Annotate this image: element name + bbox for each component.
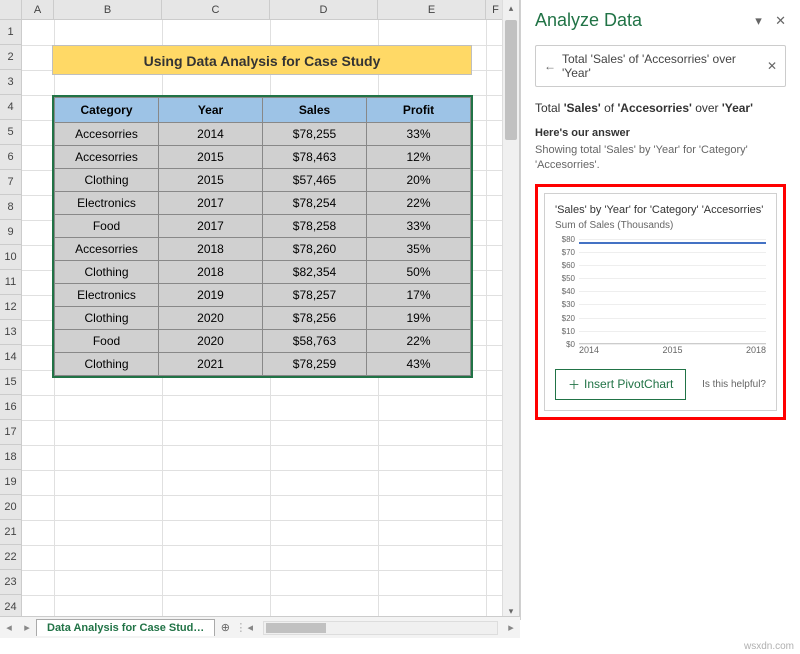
table-header[interactable]: Profit	[367, 98, 471, 123]
close-icon[interactable]: ✕	[775, 13, 786, 28]
vertical-scrollbar[interactable]: ▴ ▾	[502, 0, 519, 620]
insert-pivotchart-button[interactable]: ＋Insert PivotChart	[555, 369, 686, 400]
card-subtitle: Sum of Sales (Thousands)	[555, 220, 766, 231]
chart: $80$70$60$50$40$30$20$10$0 201420152018	[555, 239, 766, 359]
row-header-21[interactable]: 21	[0, 520, 22, 545]
table-row[interactable]: Clothing2015$57,46520%	[55, 169, 471, 192]
row-header-22[interactable]: 22	[0, 545, 22, 570]
highlight-box: 'Sales' by 'Year' for 'Category' 'Acceso…	[535, 184, 786, 420]
pane-title: Analyze Data	[535, 10, 642, 31]
row-headers: 123456789101112131415161718192021222324	[0, 20, 22, 620]
row-header-1[interactable]: 1	[0, 20, 22, 45]
answer-label: Total 'Sales' of 'Accesorries' over 'Yea…	[535, 101, 786, 115]
row-header-18[interactable]: 18	[0, 445, 22, 470]
col-header-D[interactable]: D	[270, 0, 378, 19]
table-header[interactable]: Year	[159, 98, 263, 123]
row-header-11[interactable]: 11	[0, 270, 22, 295]
table-row[interactable]: Accesorries2015$78,46312%	[55, 146, 471, 169]
col-header-E[interactable]: E	[378, 0, 486, 19]
data-table[interactable]: CategoryYearSalesProfitAccesorries2014$7…	[52, 95, 473, 378]
scroll-up-icon[interactable]: ▴	[503, 0, 519, 17]
row-header-14[interactable]: 14	[0, 345, 22, 370]
col-header-B[interactable]: B	[54, 0, 162, 19]
col-header-C[interactable]: C	[162, 0, 270, 19]
column-headers: A B C D E F	[0, 0, 519, 20]
row-header-17[interactable]: 17	[0, 420, 22, 445]
table-row[interactable]: Accesorries2014$78,25533%	[55, 123, 471, 146]
row-header-3[interactable]: 3	[0, 70, 22, 95]
query-text: Total 'Sales' of 'Accesorries' over 'Yea…	[562, 52, 761, 80]
row-header-20[interactable]: 20	[0, 495, 22, 520]
table-row[interactable]: Clothing2018$82,35450%	[55, 261, 471, 284]
helpful-link[interactable]: Is this helpful?	[702, 379, 766, 390]
row-header-8[interactable]: 8	[0, 195, 22, 220]
spreadsheet-area: A B C D E F 1234567891011121314151617181…	[0, 0, 520, 620]
table-row[interactable]: Accesorries2018$78,26035%	[55, 238, 471, 261]
tab-prev-icon[interactable]: ◂	[0, 621, 18, 634]
watermark: wsxdn.com	[744, 641, 794, 652]
table-header[interactable]: Sales	[263, 98, 367, 123]
col-header-A[interactable]: A	[22, 0, 54, 19]
tab-next-icon[interactable]: ▸	[18, 621, 36, 634]
row-header-19[interactable]: 19	[0, 470, 22, 495]
sheet-tabs: ◂ ▸ Data Analysis for Case Stud… ⊕ ⋮ ◂ ▸	[0, 616, 520, 638]
table-row[interactable]: Clothing2021$78,25943%	[55, 353, 471, 376]
chart-line	[579, 242, 766, 244]
card-title: 'Sales' by 'Year' for 'Category' 'Acceso…	[555, 204, 766, 216]
back-icon[interactable]: ←	[544, 59, 556, 73]
row-header-5[interactable]: 5	[0, 120, 22, 145]
hscroll-right-icon[interactable]: ▸	[502, 621, 520, 634]
pane-options-icon[interactable]: ▾	[755, 13, 762, 28]
row-header-4[interactable]: 4	[0, 95, 22, 120]
horizontal-scrollbar[interactable]	[263, 621, 498, 635]
analyze-data-pane: Analyze Data ▾ ✕ ← Total 'Sales' of 'Acc…	[520, 0, 800, 620]
row-header-6[interactable]: 6	[0, 145, 22, 170]
row-header-13[interactable]: 13	[0, 320, 22, 345]
row-header-7[interactable]: 7	[0, 170, 22, 195]
row-header-9[interactable]: 9	[0, 220, 22, 245]
select-all-corner[interactable]	[0, 0, 22, 19]
row-header-16[interactable]: 16	[0, 395, 22, 420]
table-row[interactable]: Food2017$78,25833%	[55, 215, 471, 238]
table-row[interactable]: Food2020$58,76322%	[55, 330, 471, 353]
scroll-thumb[interactable]	[505, 20, 517, 140]
clear-icon[interactable]: ✕	[767, 59, 777, 73]
table-header[interactable]: Category	[55, 98, 159, 123]
plus-icon: ＋	[568, 376, 580, 393]
row-header-15[interactable]: 15	[0, 370, 22, 395]
sheet-tab[interactable]: Data Analysis for Case Stud…	[36, 619, 215, 636]
row-header-2[interactable]: 2	[0, 45, 22, 70]
grid[interactable]: Using Data Analysis for Case Study Categ…	[22, 20, 519, 620]
table-row[interactable]: Electronics2019$78,25717%	[55, 284, 471, 307]
table-row[interactable]: Clothing2020$78,25619%	[55, 307, 471, 330]
hscroll-left-icon[interactable]: ◂	[241, 621, 259, 634]
new-sheet-icon[interactable]: ⊕	[215, 621, 235, 634]
row-header-10[interactable]: 10	[0, 245, 22, 270]
sheet-title[interactable]: Using Data Analysis for Case Study	[52, 45, 472, 75]
answer-subtext: Showing total 'Sales' by 'Year' for 'Cat…	[535, 143, 786, 174]
row-header-23[interactable]: 23	[0, 570, 22, 595]
query-box[interactable]: ← Total 'Sales' of 'Accesorries' over 'Y…	[535, 45, 786, 87]
row-header-12[interactable]: 12	[0, 295, 22, 320]
insight-card[interactable]: 'Sales' by 'Year' for 'Category' 'Acceso…	[544, 193, 777, 411]
table-row[interactable]: Electronics2017$78,25422%	[55, 192, 471, 215]
answer-header: Here's our answer	[535, 127, 786, 139]
